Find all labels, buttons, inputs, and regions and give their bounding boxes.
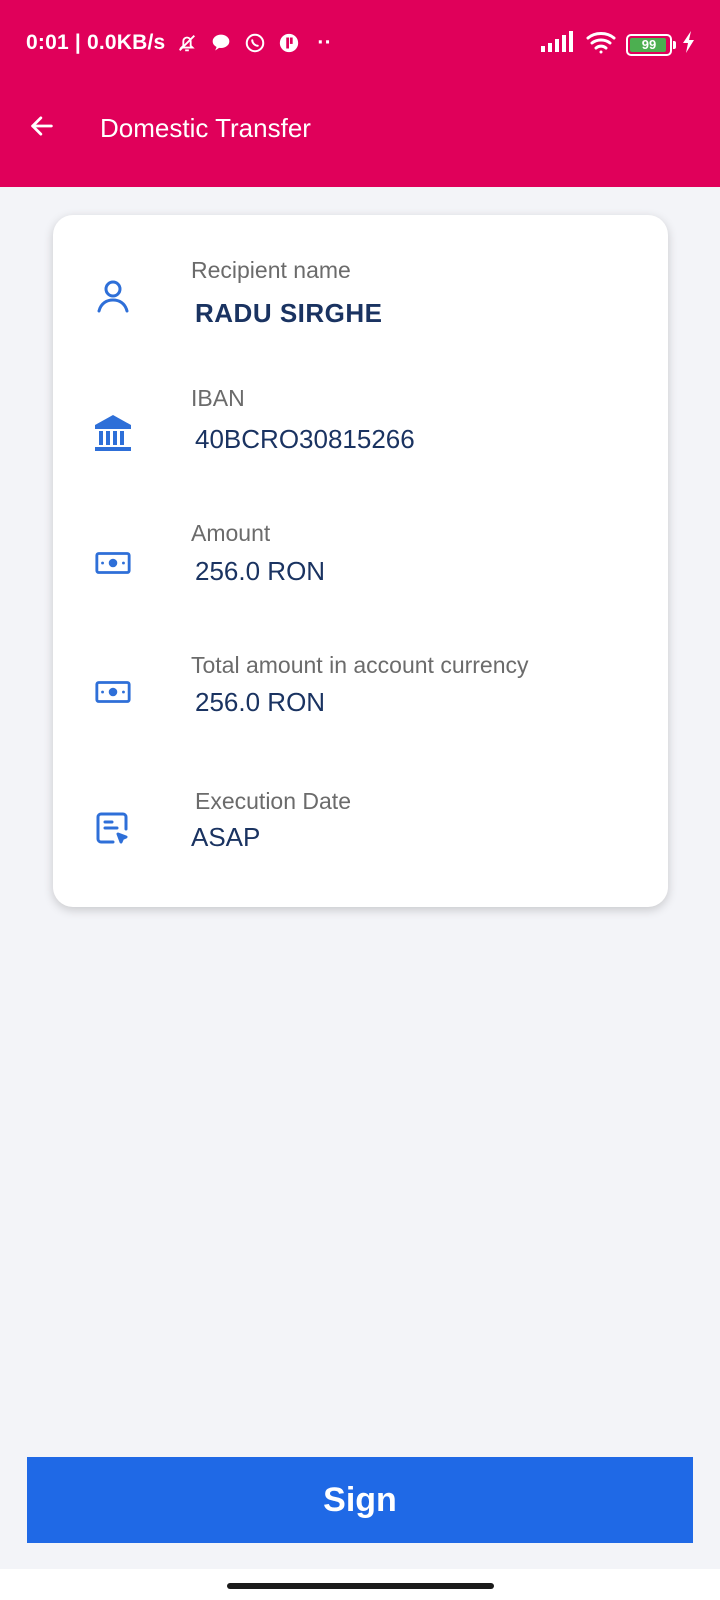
amount-label: Amount xyxy=(191,520,271,546)
banknote-icon xyxy=(93,672,133,712)
back-button[interactable] xyxy=(22,106,62,146)
status-right: 99 xyxy=(540,30,696,59)
banknote-icon xyxy=(93,543,133,583)
page-title: Domestic Transfer xyxy=(100,113,311,143)
status-bar: 0:01 | 0.0KB/s ·· 99 xyxy=(0,0,720,88)
whatsapp-icon xyxy=(243,31,267,55)
recipient-label: Recipient name xyxy=(191,257,351,283)
arrow-left-icon xyxy=(31,116,53,136)
total-amount-row: Total amount in account currency 256.0 R… xyxy=(53,647,668,747)
amount-value: 256.0 RON xyxy=(195,556,326,586)
status-time-speed: 0:01 | 0.0KB/s xyxy=(26,31,166,54)
total-amount-label: Total amount in account currency xyxy=(191,652,529,678)
iban-value: 40BCRO30815266 xyxy=(195,424,415,454)
bank-icon xyxy=(93,413,133,453)
toolbar: Domestic Transfer xyxy=(0,88,720,187)
execution-date-label: Execution Date xyxy=(195,788,351,814)
transfer-details-card: Recipient name RADU SIRGHE IBAN 40BCRO30… xyxy=(53,215,668,907)
recipient-value: RADU SIRGHE xyxy=(195,298,383,328)
home-indicator[interactable] xyxy=(227,1583,494,1589)
execution-date-value: ASAP xyxy=(191,822,261,852)
status-left: 0:01 | 0.0KB/s ·· xyxy=(26,31,332,55)
mute-bell-icon xyxy=(175,31,199,55)
execution-date-row: Execution Date ASAP xyxy=(53,785,668,885)
wifi-icon xyxy=(586,30,616,59)
more-dots-icon: ·· xyxy=(317,31,332,54)
battery-level: 99 xyxy=(641,37,657,52)
charging-icon xyxy=(682,31,696,58)
navigation-bar xyxy=(0,1569,720,1600)
sign-button[interactable]: Sign xyxy=(27,1457,693,1543)
battery-icon: 99 xyxy=(626,33,676,56)
total-amount-value: 256.0 RON xyxy=(195,687,326,717)
iban-label: IBAN xyxy=(191,385,245,411)
recipient-row: Recipient name RADU SIRGHE xyxy=(53,235,668,335)
signal-icon xyxy=(540,31,576,58)
amount-row: Amount 256.0 RON xyxy=(53,515,668,615)
chat-bubble-icon xyxy=(209,31,233,55)
app-notification-icon xyxy=(277,31,301,55)
calendar-pointer-icon xyxy=(93,808,133,848)
app-header: 0:01 | 0.0KB/s ·· 99 Domestic Transfer xyxy=(0,0,720,187)
iban-row: IBAN 40BCRO30815266 xyxy=(53,380,668,480)
person-icon xyxy=(93,275,133,315)
